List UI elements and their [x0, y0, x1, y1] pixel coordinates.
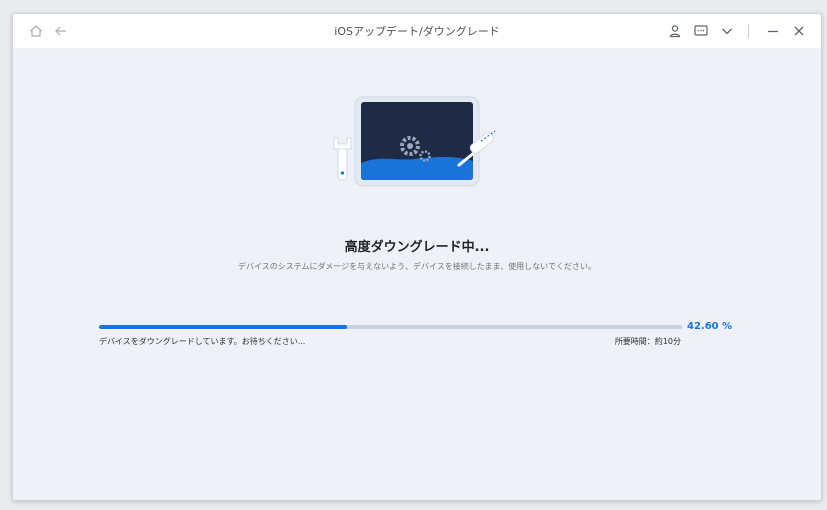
progress-percent: 42.60 % — [687, 321, 733, 332]
estimated-time: 所要時間：約10分 — [614, 337, 681, 346]
progress-bar-fill — [99, 325, 348, 329]
title-bar-divider — [748, 24, 749, 38]
warning-text: デバイスのシステムにダメージを与えないよう、デバイスを接続したまま、使用しないで… — [238, 262, 596, 271]
device-repair-illustration — [313, 62, 535, 232]
progress-status-text: デバイスをダウングレードしています。お待ちください... — [99, 337, 306, 346]
chat-icon[interactable] — [693, 23, 709, 39]
minimize-icon[interactable] — [765, 23, 781, 39]
app-window: iOSアップデート/ダウングレード 高度ダウングレード中... デバイスのシステ… — [12, 13, 822, 501]
user-icon[interactable] — [667, 23, 683, 39]
progress-bar — [99, 325, 682, 329]
chevron-down-icon[interactable] — [719, 23, 735, 39]
close-icon[interactable] — [791, 23, 807, 39]
page-heading: 高度ダウングレード中... — [344, 240, 490, 255]
title-bar: iOSアップデート/ダウングレード — [13, 14, 821, 48]
